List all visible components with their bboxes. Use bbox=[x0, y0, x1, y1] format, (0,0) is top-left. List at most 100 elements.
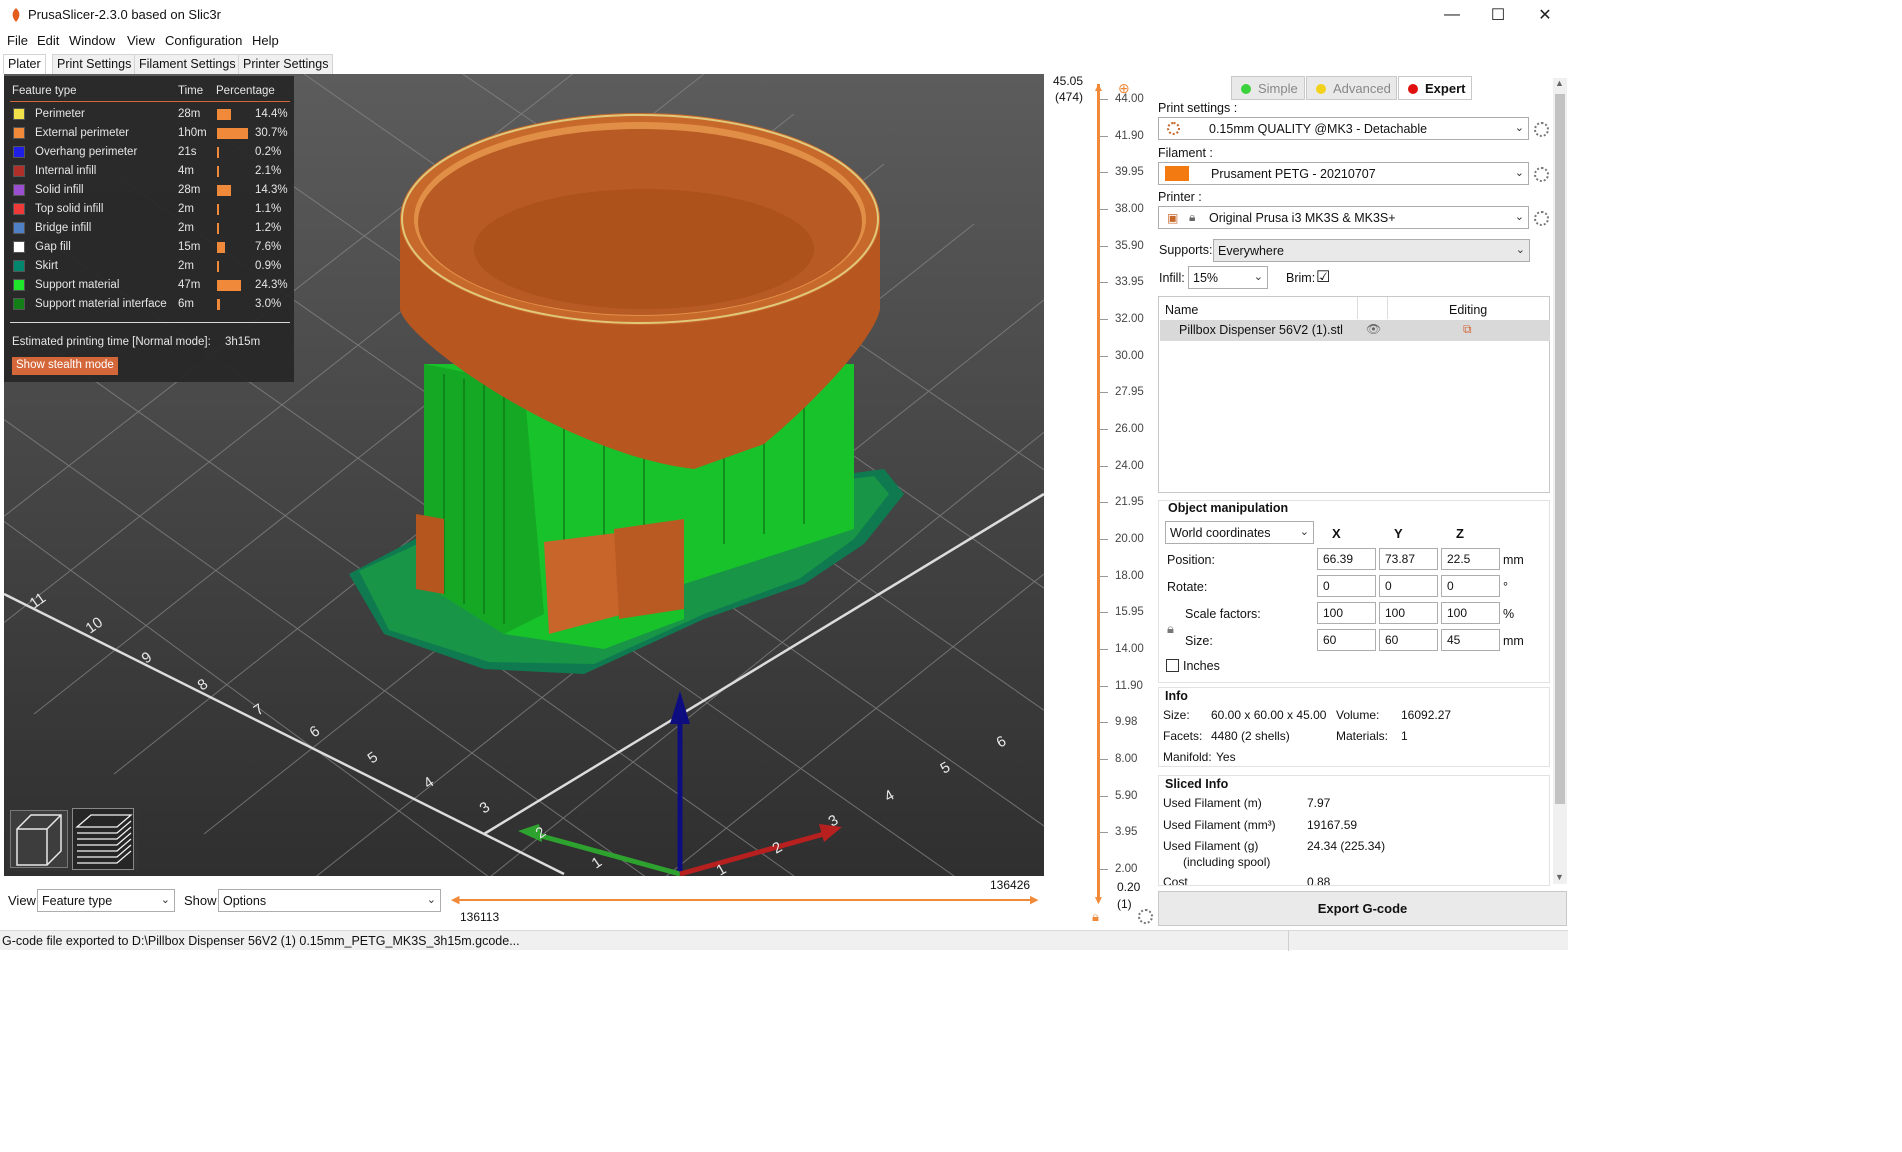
col-divider bbox=[1357, 297, 1358, 319]
legend-feature-name: Support material bbox=[35, 279, 120, 291]
layer-tick-mark bbox=[1100, 209, 1108, 210]
tab-print-settings[interactable]: Print Settings bbox=[52, 54, 137, 74]
legend-row: Gap fill 15m 7.6% bbox=[4, 238, 294, 257]
object-manipulation-title: Object manipulation bbox=[1168, 501, 1289, 515]
slider-bottom-thumb[interactable]: ▼ bbox=[1090, 893, 1107, 907]
lock-icon[interactable]: 🔒︎ bbox=[1092, 909, 1099, 925]
hslider-left-thumb[interactable]: ◀ bbox=[451, 893, 459, 906]
info-materials-label: Materials: bbox=[1336, 729, 1389, 743]
object-row[interactable]: Pillbox Dispenser 56V2 (1).stl 👁︎ ⧉ bbox=[1160, 320, 1550, 341]
menu-configuration[interactable]: Configuration bbox=[165, 33, 242, 48]
show-stealth-mode-button[interactable]: Show stealth mode bbox=[12, 357, 118, 375]
legend-color-swatch bbox=[13, 165, 25, 177]
slider-settings-gear-icon[interactable] bbox=[1138, 909, 1153, 924]
export-gcode-button[interactable]: Export G-code bbox=[1158, 891, 1567, 926]
legend-feature-percentage: 2.1% bbox=[255, 165, 282, 177]
view-type-select[interactable]: Feature type ⌄ bbox=[37, 889, 175, 912]
mode-simple-button[interactable]: Simple bbox=[1231, 76, 1305, 100]
legend-color-swatch bbox=[13, 260, 25, 272]
window-title: PrusaSlicer-2.3.0 based on Slic3r bbox=[28, 7, 221, 22]
legend-percentage-bar bbox=[217, 185, 231, 196]
printer-select[interactable]: ▣ 🔒︎ Original Prusa i3 MK3S & MK3S+ ⌄ bbox=[1158, 206, 1529, 229]
size-x-input[interactable]: 60 bbox=[1317, 629, 1376, 651]
col-name-header: Name bbox=[1165, 303, 1199, 317]
legend-percentage-bar bbox=[217, 166, 219, 177]
minimize-button[interactable]: — bbox=[1429, 0, 1475, 30]
print-settings-gear-icon[interactable] bbox=[1534, 122, 1549, 137]
inches-checkbox[interactable] bbox=[1166, 659, 1179, 672]
move-slider-track[interactable] bbox=[455, 899, 1035, 901]
layer-tick-label: 30.00 bbox=[1115, 349, 1144, 362]
menu-view[interactable]: View bbox=[127, 33, 155, 48]
legend-feature-percentage: 30.7% bbox=[255, 127, 288, 139]
scale-z-input[interactable]: 100 bbox=[1441, 602, 1500, 624]
eye-icon[interactable]: 👁︎ bbox=[1366, 322, 1381, 336]
position-x-input[interactable]: 66.39 bbox=[1317, 548, 1376, 570]
menu-file[interactable]: File bbox=[7, 33, 28, 48]
view-3d-button[interactable] bbox=[10, 810, 68, 868]
right-panel-scrollbar[interactable]: ▲ ▼ bbox=[1553, 78, 1567, 884]
mode-expert-button[interactable]: Expert bbox=[1398, 76, 1472, 100]
scrollbar-thumb[interactable] bbox=[1555, 94, 1565, 804]
rotate-label: Rotate: bbox=[1167, 580, 1208, 594]
tab-plater[interactable]: Plater bbox=[3, 54, 46, 74]
legend-row: Overhang perimeter 21s 0.2% bbox=[4, 143, 294, 162]
info-title: Info bbox=[1165, 689, 1188, 703]
print-settings-label: Print settings : bbox=[1158, 101, 1238, 115]
filament-gear-icon[interactable] bbox=[1534, 167, 1549, 182]
view-preview-button[interactable] bbox=[72, 808, 134, 870]
brim-checkbox[interactable]: ☑ bbox=[1316, 267, 1330, 287]
layer-tick-label: 44.00 bbox=[1115, 93, 1144, 105]
filament-select[interactable]: Prusament PETG - 20210707 ⌄ bbox=[1158, 162, 1529, 185]
position-z-input[interactable]: 22.5 bbox=[1441, 548, 1500, 570]
menu-edit[interactable]: Edit bbox=[37, 33, 59, 48]
size-z-input[interactable]: 45 bbox=[1441, 629, 1500, 651]
hslider-right-thumb[interactable]: ▶ bbox=[1030, 893, 1038, 906]
print-settings-select[interactable]: 0.15mm QUALITY @MK3 - Detachable ⌄ bbox=[1158, 117, 1529, 140]
legend-header-feature: Feature type bbox=[12, 85, 77, 97]
position-y-input[interactable]: 73.87 bbox=[1379, 548, 1438, 570]
layer-tick-mark bbox=[1100, 245, 1108, 247]
print-settings-value: 0.15mm QUALITY @MK3 - Detachable bbox=[1209, 122, 1428, 136]
layer-slider-track[interactable] bbox=[1097, 84, 1100, 900]
info-manifold-value: Yes bbox=[1216, 750, 1236, 764]
maximize-button[interactable]: ☐ bbox=[1475, 0, 1521, 30]
title-bar: PrusaSlicer-2.3.0 based on Slic3r — ☐ ✕ bbox=[0, 0, 1568, 30]
edit-settings-icon[interactable]: ⧉ bbox=[1463, 322, 1472, 337]
legend-feature-percentage: 7.6% bbox=[255, 241, 282, 253]
filament-color-swatch bbox=[1165, 166, 1189, 181]
scale-x-input[interactable]: 100 bbox=[1317, 602, 1376, 624]
tab-printer-settings[interactable]: Printer Settings bbox=[238, 54, 334, 74]
infill-label: Infill: bbox=[1159, 271, 1185, 285]
filament-value: Prusament PETG - 20210707 bbox=[1211, 167, 1376, 181]
legend-color-swatch bbox=[13, 279, 25, 291]
close-button[interactable]: ✕ bbox=[1522, 0, 1568, 30]
brim-label: Brim: bbox=[1286, 271, 1316, 285]
legend-feature-time: 15m bbox=[178, 241, 201, 253]
view-label: View bbox=[8, 893, 36, 908]
layer-tick-mark bbox=[1100, 172, 1108, 174]
legend-feature-name: Overhang perimeter bbox=[35, 146, 138, 158]
scroll-down-icon[interactable]: ▼ bbox=[1555, 872, 1564, 882]
rotate-y-input[interactable]: 0 bbox=[1379, 575, 1438, 597]
tab-filament-settings[interactable]: Filament Settings bbox=[134, 54, 241, 74]
position-unit: mm bbox=[1503, 553, 1524, 567]
menu-help[interactable]: Help bbox=[252, 33, 279, 48]
menu-window[interactable]: Window bbox=[69, 33, 115, 48]
show-options-select[interactable]: Options ⌄ bbox=[218, 889, 441, 912]
layer-tick-label: 20.00 bbox=[1115, 533, 1144, 545]
coordinates-select[interactable]: World coordinates ⌄ bbox=[1165, 521, 1314, 544]
scroll-up-icon[interactable]: ▲ bbox=[1555, 78, 1564, 88]
slider-top-thumb[interactable]: ▲ bbox=[1090, 80, 1107, 94]
layer-tick-mark bbox=[1100, 135, 1108, 137]
scale-y-input[interactable]: 100 bbox=[1379, 602, 1438, 624]
scale-lock-icon[interactable]: 🔒︎ bbox=[1167, 621, 1174, 637]
infill-select[interactable]: 15% ⌄ bbox=[1188, 266, 1268, 289]
printer-gear-icon[interactable] bbox=[1534, 211, 1549, 226]
rotate-z-input[interactable]: 0 bbox=[1441, 575, 1500, 597]
rotate-x-input[interactable]: 0 bbox=[1317, 575, 1376, 597]
supports-select[interactable]: Everywhere ⌄ bbox=[1213, 239, 1530, 262]
layer-tick-label: 41.90 bbox=[1115, 129, 1144, 142]
mode-advanced-button[interactable]: Advanced bbox=[1306, 76, 1397, 100]
size-y-input[interactable]: 60 bbox=[1379, 629, 1438, 651]
